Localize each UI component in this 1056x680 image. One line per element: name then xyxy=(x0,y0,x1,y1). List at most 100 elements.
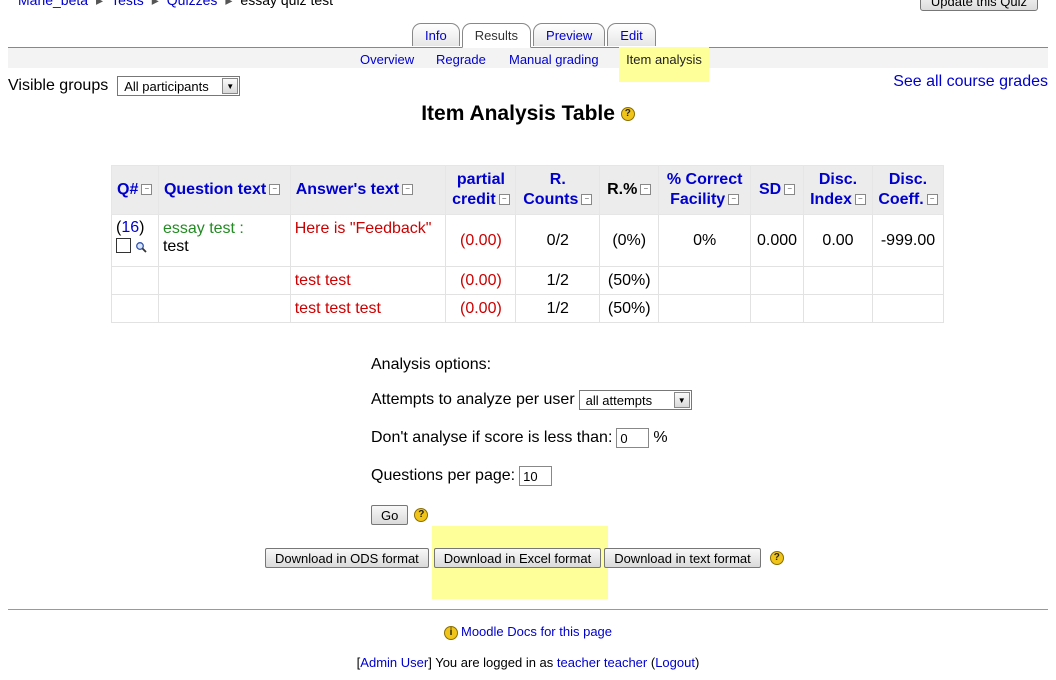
disc-index-value: 0.00 xyxy=(803,214,873,267)
min-score-label: Don't analyse if score is less than: xyxy=(371,429,613,446)
collapse-icon[interactable]: − xyxy=(640,184,652,196)
question-text: test xyxy=(162,238,189,255)
collapse-icon[interactable]: − xyxy=(784,184,796,196)
answer-text: test test xyxy=(289,266,447,295)
table-row: test test (0.00) 1/2 (50%) xyxy=(111,266,945,295)
answer-text: Here is "Feedback" xyxy=(289,214,447,267)
question-number-link[interactable]: 16 xyxy=(121,219,139,236)
user-name-link[interactable]: teacher teacher xyxy=(557,655,647,670)
attempts-select[interactable]: all attempts ▼ xyxy=(578,390,692,410)
moodle-docs-link[interactable]: Moodle Docs for this page xyxy=(461,624,612,639)
logout-link[interactable]: Logout xyxy=(655,655,695,670)
per-page-row: Questions per page: xyxy=(371,466,553,486)
col-header-correct-facility[interactable]: % Correct Facility − xyxy=(658,165,752,215)
min-score-input[interactable] xyxy=(616,428,650,448)
page-title: Item Analysis Table ? xyxy=(0,102,1056,126)
table-title-text: Item Analysis Table xyxy=(421,102,615,125)
attempts-row: Attempts to analyze per user all attempt… xyxy=(371,390,692,410)
partial-credit: (0.00) xyxy=(445,294,517,323)
breadcrumb-current: essay quiz test xyxy=(240,0,334,8)
response-pct: (0%) xyxy=(599,214,660,267)
help-icon[interactable]: ? xyxy=(769,551,784,565)
collapse-icon[interactable]: − xyxy=(854,194,866,206)
question-name: essay test : xyxy=(162,220,244,237)
partial-credit: (0.00) xyxy=(445,266,517,295)
collapse-icon[interactable]: − xyxy=(141,184,153,196)
help-icon[interactable]: ? xyxy=(414,508,429,522)
breadcrumb-tests[interactable]: Tests xyxy=(111,0,144,8)
collapse-icon[interactable]: − xyxy=(728,194,740,206)
correct-facility: 0% xyxy=(658,214,752,267)
subtab-manual-grading[interactable]: Manual grading xyxy=(509,52,599,67)
table-row: (16) essay test : test Here is "Feedback… xyxy=(111,214,945,267)
collapse-icon[interactable]: − xyxy=(402,184,414,196)
info-icon: i xyxy=(443,625,458,640)
col-header-answer-text[interactable]: Answer's text − xyxy=(289,165,447,215)
tab-edit[interactable]: Edit xyxy=(607,23,656,46)
col-header-disc-coeff[interactable]: Disc. Coeff. − xyxy=(871,165,945,215)
go-row: Go ? xyxy=(371,505,429,525)
attempts-label: Attempts to analyze per user xyxy=(371,391,575,408)
subtab-overview[interactable]: Overview xyxy=(360,52,414,67)
download-excel-button[interactable]: Download in Excel format xyxy=(433,548,602,568)
dropdown-arrow-icon: ▼ xyxy=(222,78,239,94)
subtab-regrade[interactable]: Regrade xyxy=(436,52,486,67)
preview-magnifier-icon[interactable] xyxy=(135,240,148,253)
collapse-icon[interactable]: − xyxy=(926,194,938,206)
disc-coeff-value: -999.00 xyxy=(871,214,945,267)
help-icon[interactable]: ? xyxy=(620,107,635,122)
collapse-icon[interactable]: − xyxy=(498,194,510,206)
breadcrumb: Marie_beta ▸ Tests ▸ Quizzes ▸ essay quiz test xyxy=(18,0,333,9)
partial-credit: (0.00) xyxy=(445,214,517,267)
tab-preview[interactable]: Preview xyxy=(533,23,606,46)
download-buttons: Download in ODS format Download in Excel… xyxy=(265,548,784,568)
response-pct: (50%) xyxy=(599,294,660,323)
answer-text: test test test xyxy=(289,294,447,323)
login-info: [Admin User] You are logged in as teache… xyxy=(356,655,700,670)
min-score-unit: % xyxy=(653,429,668,446)
col-header-partial-credit[interactable]: partial credit − xyxy=(445,165,517,215)
breadcrumb-course[interactable]: Marie_beta xyxy=(18,0,88,8)
select-checkbox[interactable] xyxy=(116,238,131,254)
tab-info[interactable]: Info xyxy=(412,23,460,46)
col-header-sd[interactable]: SD − xyxy=(750,165,805,215)
download-ods-button[interactable]: Download in ODS format xyxy=(265,548,429,568)
item-analysis-table: Q# − Question text − Answer's text − partia… xyxy=(111,165,945,323)
col-header-r-counts[interactable]: R. Counts − xyxy=(515,165,601,215)
col-header-r-pct[interactable]: R.% − xyxy=(599,165,660,215)
visible-groups-value: All participants xyxy=(124,78,209,94)
see-all-grades-link[interactable]: See all course grades xyxy=(893,73,1048,91)
col-header-question-text[interactable]: Question text − xyxy=(157,165,291,215)
collapse-icon[interactable]: − xyxy=(581,194,593,206)
visible-groups-select[interactable]: All participants ▼ xyxy=(117,76,241,96)
table-row: test test test (0.00) 1/2 (50%) xyxy=(111,294,945,323)
visible-groups: Visible groups All participants ▼ xyxy=(8,76,241,96)
col-header-qnum[interactable]: Q# − xyxy=(111,165,159,215)
moodle-docs: i Moodle Docs for this page xyxy=(0,624,1056,640)
attempts-value: all attempts xyxy=(585,392,653,408)
breadcrumb-quizzes[interactable]: Quizzes xyxy=(167,0,218,8)
breadcrumb-separator-icon: ▸ xyxy=(151,0,159,8)
dropdown-arrow-icon: ▼ xyxy=(673,392,690,408)
update-quiz-button[interactable]: Update this Quiz xyxy=(919,0,1038,11)
collapse-icon[interactable]: − xyxy=(269,184,281,196)
response-count: 1/2 xyxy=(515,266,601,295)
options-heading: Analysis options: xyxy=(371,356,492,373)
subtab-item-analysis[interactable]: Item analysis xyxy=(619,47,709,82)
admin-user-link[interactable]: Admin User xyxy=(360,655,428,670)
subtab-bar: Overview Regrade Manual grading Item ana… xyxy=(8,47,1048,82)
breadcrumb-separator-icon: ▸ xyxy=(96,0,104,8)
per-page-input[interactable] xyxy=(519,466,553,486)
tab-results[interactable]: Results xyxy=(461,23,532,48)
logged-in-text: You are logged in as xyxy=(431,655,557,670)
question-number-cell: (16) xyxy=(111,214,159,267)
col-header-disc-index[interactable]: Disc. Index − xyxy=(803,165,873,215)
question-text-cell: essay test : test xyxy=(157,214,291,267)
min-score-row: Don't analyse if score is less than: % xyxy=(371,428,668,448)
download-text-button[interactable]: Download in text format xyxy=(604,548,761,568)
go-button[interactable]: Go xyxy=(371,505,409,525)
response-count: 1/2 xyxy=(515,294,601,323)
tab-bar: Info Results Preview Edit xyxy=(8,23,1048,48)
footer-divider xyxy=(8,609,1048,610)
table-header-row: Q# − Question text − Answer's text − partia… xyxy=(111,165,945,215)
